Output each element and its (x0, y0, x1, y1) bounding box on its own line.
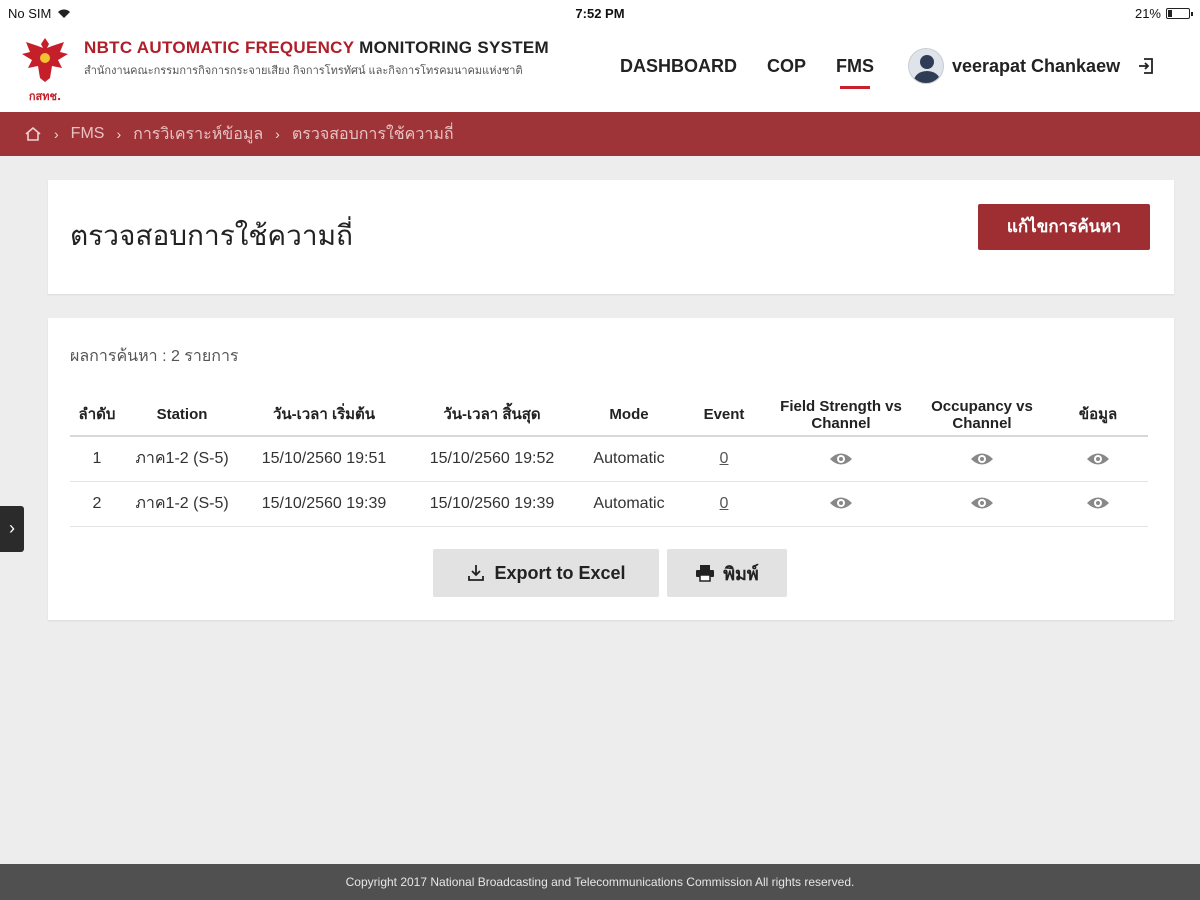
eye-icon[interactable] (970, 451, 994, 467)
app-header: กสทช. NBTC AUTOMATIC FREQUENCY MONITORIN… (0, 26, 1200, 112)
cell-end: 15/10/2560 19:52 (408, 436, 576, 482)
cell-event: 0 (682, 436, 766, 482)
table-row: 1 ภาค1-2 (S-5) 15/10/2560 19:51 15/10/25… (70, 436, 1148, 482)
eye-icon[interactable] (829, 451, 853, 467)
column-header: Station (124, 394, 240, 437)
column-header: วัน-เวลา เริ่มต้น (240, 394, 408, 437)
column-header: Event (682, 394, 766, 437)
cell-info (1048, 436, 1148, 482)
app-title: NBTC AUTOMATIC FREQUENCY MONITORING SYST… (84, 38, 604, 58)
logout-icon[interactable] (1136, 56, 1156, 76)
table-row: 2 ภาค1-2 (S-5) 15/10/2560 19:39 15/10/25… (70, 481, 1148, 527)
column-header: วัน-เวลา สิ้นสุด (408, 394, 576, 437)
home-icon[interactable] (24, 126, 42, 142)
page-title: ตรวจสอบการใช้ความถี่ (70, 220, 354, 251)
column-header: Occupancy vs Channel (916, 394, 1048, 437)
eye-icon[interactable] (1086, 495, 1110, 511)
eye-icon[interactable] (970, 495, 994, 511)
cell-start: 15/10/2560 19:51 (240, 436, 408, 482)
breadcrumb-separator: › (275, 126, 280, 142)
print-label[interactable]: พิมพ์ (723, 559, 759, 588)
table-header-row: ลำดับ Station วัน-เวลา เริ่มต้น วัน-เวลา… (70, 394, 1148, 437)
cell-end: 15/10/2560 19:39 (408, 481, 576, 527)
app-title-red: NBTC AUTOMATIC FREQUENCY (84, 38, 355, 57)
clock: 7:52 PM (575, 6, 625, 21)
app-subtitle: สำนักงานคณะกรรมการกิจการกระจายเสียง กิจก… (84, 65, 523, 77)
cell-station: ภาค1-2 (S-5) (124, 436, 240, 482)
breadcrumb-separator: › (54, 126, 59, 142)
battery-percent: 21% (1134, 6, 1161, 21)
status-bar: No SIM 7:52 PM 21% (0, 0, 1200, 26)
print-button[interactable]: พิมพ์ (667, 549, 787, 597)
nav-cop[interactable]: COP (767, 56, 806, 77)
breadcrumb: › FMS › การวิเคราะห์ข้อมูล › ตรวจสอบการใ… (0, 112, 1200, 156)
eye-icon[interactable] (829, 495, 853, 511)
download-icon (468, 565, 485, 581)
user-menu[interactable]: veerapat Chankaew (908, 48, 1156, 84)
cell-info (1048, 481, 1148, 527)
app-title-dark: MONITORING SYSTEM (359, 38, 550, 57)
cell-occupancy (916, 481, 1048, 527)
avatar[interactable] (908, 48, 944, 84)
cell-station: ภาค1-2 (S-5) (124, 481, 240, 527)
column-header: ลำดับ (70, 394, 124, 437)
edit-search-button[interactable]: แก้ไขการค้นหา (978, 204, 1150, 250)
action-bar: Export to Excel พิมพ์ (433, 549, 787, 597)
footer-copyright: Copyright 2017 National Broadcasting and… (0, 864, 1200, 900)
main-nav: DASHBOARD COP FMS (620, 56, 874, 89)
breadcrumb-analysis[interactable]: การวิเคราะห์ข้อมูล (133, 122, 263, 147)
printer-icon (696, 565, 715, 582)
cell-start: 15/10/2560 19:39 (240, 481, 408, 527)
column-header: Mode (576, 394, 682, 437)
column-header: Field Strength vs Channel (766, 394, 916, 437)
user-name[interactable]: veerapat Chankaew (952, 56, 1120, 77)
breadcrumb-separator: › (116, 126, 122, 142)
eye-icon[interactable] (1086, 451, 1110, 467)
column-header: ข้อมูล (1048, 394, 1148, 437)
cell-no: 1 (70, 436, 124, 482)
breadcrumb-current: ตรวจสอบการใช้ความถี่ (291, 125, 454, 143)
result-count: ผลการค้นหา : 2 รายการ (70, 348, 239, 365)
title-card: ตรวจสอบการใช้ความถี่ แก้ไขการค้นหา (48, 180, 1174, 294)
event-link[interactable]: 0 (720, 450, 729, 467)
results-card: ผลการค้นหา : 2 รายการ ลำดับ Station วัน-… (48, 318, 1174, 620)
cell-field-strength (766, 481, 916, 527)
export-excel-button[interactable]: Export to Excel (433, 549, 659, 597)
cell-occupancy (916, 436, 1048, 482)
results-table: ลำดับ Station วัน-เวลา เริ่มต้น วัน-เวลา… (70, 394, 1148, 527)
nav-fms[interactable]: FMS (836, 56, 874, 89)
cell-no: 2 (70, 481, 124, 527)
export-label[interactable]: Export to Excel (494, 563, 625, 584)
garuda-logo: กสทช. (22, 38, 68, 103)
cell-mode: Automatic (576, 436, 682, 482)
cell-event: 0 (682, 481, 766, 527)
cell-field-strength (766, 436, 916, 482)
logo-text: กสทช. (29, 90, 61, 103)
breadcrumb-fms[interactable]: FMS (71, 125, 105, 143)
nav-dashboard[interactable]: DASHBOARD (620, 56, 737, 77)
battery-icon (1166, 8, 1193, 19)
cell-mode: Automatic (576, 481, 682, 527)
event-link[interactable]: 0 (720, 495, 729, 512)
sidebar-toggle-button[interactable]: › (0, 506, 24, 552)
